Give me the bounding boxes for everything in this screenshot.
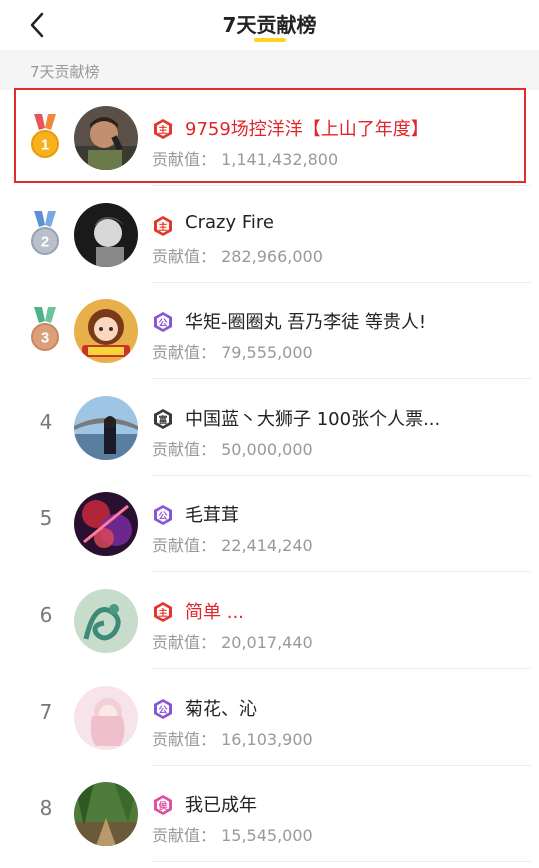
level-badge-icon: 侯 [152,794,174,816]
contribution-number: 16,103,900 [221,729,313,749]
contribution-value: 贡献值： 15,545,000 [152,822,313,846]
contribution-label: 贡献值： [152,826,217,846]
level-badge-icon: 主 [152,215,174,237]
page-title: 7天贡献榜 [222,13,317,37]
contribution-value: 贡献值： 79,555,000 [152,339,313,363]
user-name[interactable]: Crazy Fire [185,212,274,233]
rank-number: 4 [39,409,53,434]
contribution-value: 贡献值： 20,017,440 [152,629,313,653]
contribution-number: 15,545,000 [221,826,313,846]
svg-text:主: 主 [158,221,167,233]
contribution-label: 贡献值： [152,343,217,363]
ranking-row[interactable]: 1 主 9759场控洋洋【上山了年度】贡献值： 1,141,432,800 [0,90,539,186]
top-bar: 7天贡献榜 [0,0,539,50]
contribution-label: 贡献值： [152,633,217,652]
rank-number: 6 [39,603,53,627]
level-badge-icon: 富 [152,408,174,430]
ranking-row[interactable]: 6 主 简单 ... 贡献值： 20,017,440 [0,573,539,669]
user-avatar[interactable] [74,685,138,750]
user-name[interactable]: 中国蓝丶大狮子 100张个人票... [185,405,440,431]
user-avatar[interactable] [74,106,138,170]
contribution-label: 贡献值： [152,150,217,169]
ranking-row[interactable]: 5 公 毛茸茸贡献值： 22,414,240 [0,476,539,573]
row-divider [152,861,531,863]
svg-text:2: 2 [41,233,49,250]
level-badge-icon: 公 [152,504,174,526]
contribution-number: 1,141,432,800 [221,150,339,169]
svg-text:主: 主 [158,124,167,136]
svg-text:主: 主 [158,607,167,619]
contribution-number: 50,000,000 [221,439,313,459]
section-header: 7天贡献榜 [0,50,539,90]
ranking-row[interactable]: 3 公 华矩-圈圈丸 吾乃李徒 等贵人! 贡献值： 79,555,000 [0,283,539,380]
ranking-row[interactable]: 7 公 菊花、沁贡献值： 16,103,900 [0,670,539,766]
contribution-number: 22,414,240 [221,536,313,556]
rank-medal-icon: 2 [28,210,62,259]
level-badge-icon: 主 [152,601,174,623]
title-underline [254,38,286,42]
user-avatar[interactable] [74,589,138,653]
section-label: 7天贡献榜 [30,63,100,81]
user-name[interactable]: 简单 ... [185,598,244,624]
user-name[interactable]: 9759场控洋洋【上山了年度】 [185,115,429,141]
user-name[interactable]: 菊花、沁 [185,695,257,721]
level-badge-icon: 公 [152,311,174,333]
contribution-label: 贡献值： [152,439,217,459]
ranking-row[interactable]: 4 富 中国蓝丶大狮子 100张个人票... 贡献值： 50,000,000 [0,380,539,476]
rank-number: 5 [39,506,53,531]
contribution-number: 20,017,440 [221,633,313,652]
user-avatar[interactable] [74,395,138,460]
user-name[interactable]: 我已成年 [185,791,257,817]
contribution-label: 贡献值： [152,246,217,266]
contribution-label: 贡献值： [152,729,217,749]
contribution-label: 贡献值： [152,536,217,556]
contribution-number: 282,966,000 [221,246,323,266]
svg-text:公: 公 [158,511,167,522]
contribution-value: 贡献值： 50,000,000 [152,436,313,460]
user-avatar[interactable] [74,492,138,557]
contribution-value: 贡献值： 22,414,240 [152,532,313,556]
svg-text:1: 1 [41,137,49,154]
rank-medal-icon: 3 [28,307,62,355]
rank-number: 8 [39,796,53,821]
svg-text:公: 公 [158,705,167,716]
svg-text:侯: 侯 [158,800,168,812]
contribution-value: 贡献值： 1,141,432,800 [152,146,338,170]
user-avatar[interactable] [74,202,138,267]
rank-number: 7 [39,699,53,724]
svg-text:3: 3 [41,330,49,347]
user-avatar[interactable] [74,782,138,847]
rank-medal-icon: 1 [28,114,62,162]
level-badge-icon: 主 [152,118,174,140]
user-avatar[interactable] [74,299,138,364]
user-name[interactable]: 华矩-圈圈丸 吾乃李徒 等贵人! [185,308,426,334]
contribution-value: 贡献值： 282,966,000 [152,243,323,267]
ranking-row[interactable]: 2 主 Crazy Fire 贡献值： 282,966,000 [0,187,539,283]
ranking-row[interactable]: 8 侯 我已成年贡献值： 15,545,000 [0,766,539,863]
svg-text:公: 公 [158,318,167,329]
user-name[interactable]: 毛茸茸 [185,501,239,527]
contribution-value: 贡献值： 16,103,900 [152,726,313,750]
svg-text:富: 富 [158,414,167,426]
level-badge-icon: 公 [152,698,174,720]
contribution-number: 79,555,000 [221,343,313,363]
